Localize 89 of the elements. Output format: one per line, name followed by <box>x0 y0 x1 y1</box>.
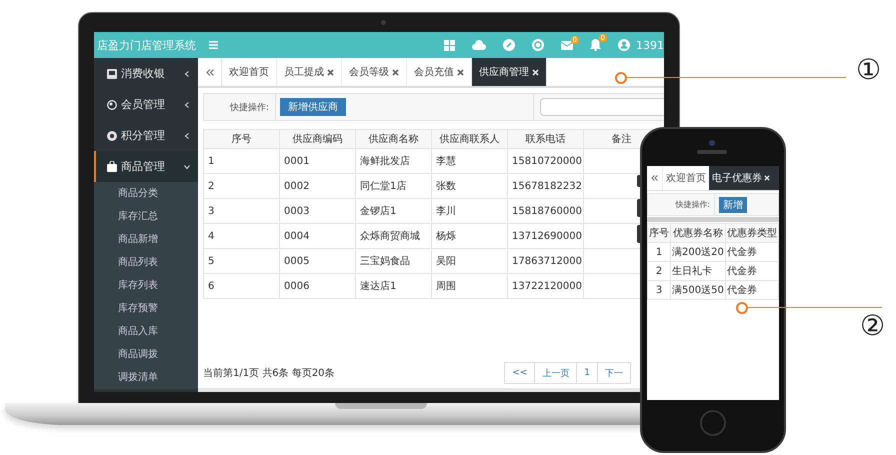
submenu-item[interactable]: 商品分类 <box>94 182 198 205</box>
column-header: 供应商名称 <box>356 130 432 148</box>
bell-icon[interactable] <box>590 39 601 51</box>
sidebar-item[interactable]: 商品管理 <box>94 151 198 182</box>
table-cell: 众烁商贸商城 <box>356 224 432 248</box>
table-cell: 生日礼卡 <box>670 262 726 280</box>
table-cell: 吴阳 <box>432 248 508 274</box>
table-cell: 0006 <box>280 274 356 298</box>
table-cell: 张数 <box>432 174 508 198</box>
table-cell: 13722120000 <box>508 274 584 298</box>
double-chevron-icon <box>206 68 214 76</box>
table-cell: 15810720000 <box>508 148 584 174</box>
table-cell: 4 <box>204 224 280 248</box>
callout-number: ② <box>860 311 886 341</box>
column-header: 序号 <box>648 224 670 242</box>
points-icon <box>107 130 117 140</box>
close-icon[interactable] <box>327 68 334 76</box>
column-header: 优惠券名称 <box>670 224 726 242</box>
table-cell: 15678182232 <box>508 174 584 198</box>
table-cell: 李川 <box>432 198 508 224</box>
table-cell: 代金券 <box>726 262 778 280</box>
bag-icon <box>107 161 117 172</box>
column-header: 联系电话 <box>508 130 584 148</box>
table-cell: 1 <box>648 242 670 262</box>
table-cell: 17863712000 <box>508 248 584 274</box>
table-cell: 代金券 <box>726 242 778 262</box>
toolbar-label: 快捷操作: <box>648 194 715 216</box>
table-cell: 同仁堂1店 <box>356 174 432 198</box>
sidebar-item[interactable]: 会员管理 <box>94 89 198 120</box>
table-cell: 0001 <box>280 148 356 174</box>
table-cell: 0004 <box>280 224 356 248</box>
submenu-item[interactable]: 商品入库 <box>94 320 198 343</box>
table-cell: 满500送50 <box>670 280 726 300</box>
sidebar-item[interactable]: 积分管理 <box>94 120 198 151</box>
add-supplier-button[interactable]: 新增供应商 <box>280 98 346 116</box>
add-button[interactable]: 新增 <box>719 196 747 212</box>
column-header: 供应商编码 <box>280 130 356 148</box>
table-cell: 3 <box>648 280 670 300</box>
register-icon <box>107 68 117 78</box>
table-cell: 周围 <box>432 274 508 298</box>
table-cell: 2 <box>648 262 670 280</box>
table-cell: 13712690000 <box>508 224 584 248</box>
table-cell: 杨烁 <box>432 224 508 248</box>
close-icon[interactable] <box>392 68 399 76</box>
table-cell: 李慧 <box>432 148 508 174</box>
tab[interactable]: 电子优惠券 <box>709 166 779 190</box>
submenu-item[interactable]: 调拨清单 <box>94 366 198 389</box>
table-cell: 满200送20 <box>670 242 726 262</box>
member-icon <box>107 100 117 110</box>
column-header: 优惠券类型 <box>726 224 778 242</box>
search-field[interactable] <box>540 98 664 116</box>
submenu-item[interactable]: 库存预警 <box>94 297 198 320</box>
submenu-item[interactable]: 商品调拨 <box>94 343 198 366</box>
sidebar-item[interactable]: 消费收银 <box>94 58 198 89</box>
double-chevron-icon <box>651 175 658 181</box>
menu-icon[interactable] <box>209 41 218 49</box>
grid-icon[interactable] <box>444 40 455 50</box>
cloud-icon[interactable] <box>472 40 486 50</box>
column-header: 序号 <box>204 130 280 148</box>
user-icon[interactable] <box>618 39 630 51</box>
toolbar-label: 快捷操作: <box>204 94 276 120</box>
table-cell: 3 <box>204 198 280 224</box>
callout-number: ① <box>856 55 882 85</box>
submenu-item[interactable]: 商品新增 <box>94 228 198 251</box>
table-cell: 5 <box>204 248 280 274</box>
table-cell: 代金券 <box>726 280 778 300</box>
table-cell: 1 <box>204 148 280 174</box>
mail-icon[interactable] <box>561 40 573 50</box>
page-summary: 当前第1/1页 共6条 每页20条 <box>203 366 335 380</box>
table-cell: 0005 <box>280 248 356 274</box>
table-cell: 0002 <box>280 174 356 198</box>
laptop-camera <box>381 20 386 25</box>
table-cell: 金锣店1 <box>356 198 432 224</box>
phone-speaker <box>697 150 727 154</box>
close-icon[interactable] <box>457 68 464 76</box>
app-title: 店盈力门店管理系统 <box>96 38 197 52</box>
table-cell: 速达店1 <box>356 274 432 298</box>
column-header: 供应商联系人 <box>432 130 508 148</box>
table-cell: 15818760000 <box>508 198 584 224</box>
tab[interactable]: 供应商管理 <box>472 58 547 86</box>
submenu-item[interactable]: 库存汇总 <box>94 205 198 228</box>
table-cell: 海鲜批发店 <box>356 148 432 174</box>
table-cell: 三宝妈食品 <box>356 248 432 274</box>
submenu-item[interactable]: 库存列表 <box>94 274 198 297</box>
table-cell: 0003 <box>280 198 356 224</box>
table-cell: 2 <box>204 174 280 198</box>
table-cell: 6 <box>204 274 280 298</box>
submenu-item[interactable]: 商品列表 <box>94 251 198 274</box>
phone-camera <box>709 140 715 146</box>
